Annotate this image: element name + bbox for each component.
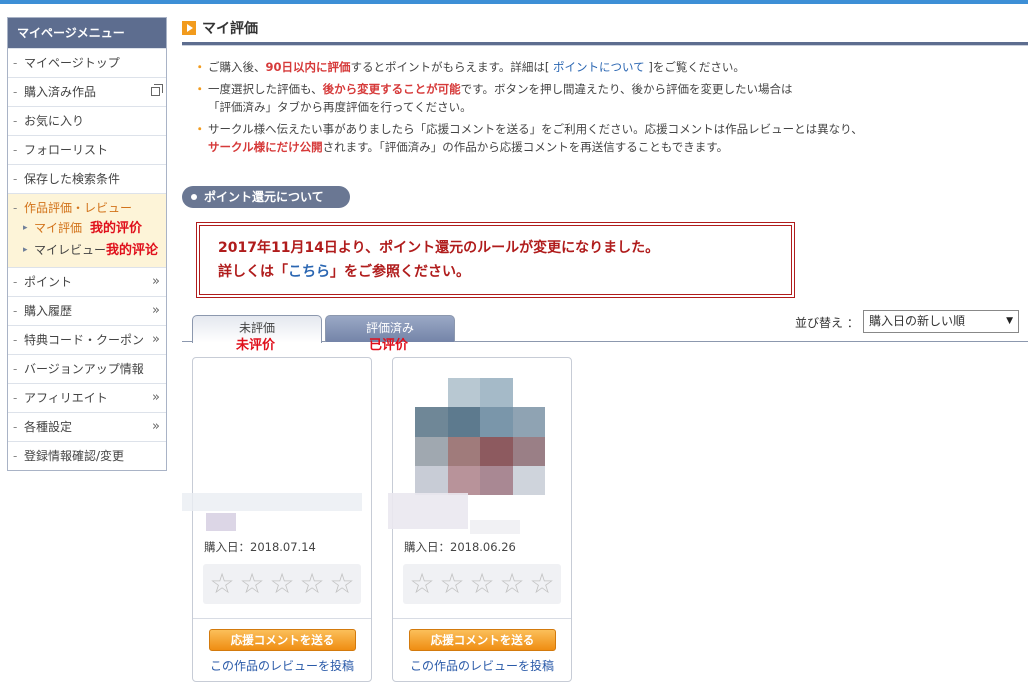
card-divider — [393, 618, 571, 619]
sidebar-item-label: 登録情報確認/変更 — [24, 449, 125, 463]
sidebar-group-reviews: 作品評価・レビュー マイ評価我的评价 マイレビュー我的评论 — [8, 193, 166, 267]
sidebar-item-purchase-history[interactable]: 購入履歴 » — [8, 296, 166, 325]
send-support-comment-button[interactable]: 応援コメントを送る — [409, 629, 556, 651]
sidebar-item-follow-list[interactable]: フォローリスト — [8, 135, 166, 164]
sort-selected-value: 購入日の新しい順 — [869, 314, 966, 328]
purchase-date: 購入日：2018.07.14 — [204, 540, 316, 554]
note-item: 一度選択した評価も、後から変更することが可能です。ボタンを押し間違えたり、後から… — [194, 80, 1016, 116]
sidebar-subitem-label: マイレビュー — [34, 243, 107, 257]
chevron-right-icon: » — [152, 419, 160, 434]
notice-text: 」をご参照ください。 — [330, 264, 470, 280]
title-divider-thin — [182, 45, 1028, 46]
top-strip — [0, 0, 1028, 4]
star-icon[interactable]: ☆ — [499, 570, 524, 598]
sidebar-item-account[interactable]: 登録情報確認/変更 — [8, 441, 166, 470]
sidebar-item-label: 保存した検索条件 — [24, 172, 121, 186]
blurred-product-title — [388, 493, 468, 529]
sidebar-header: マイページメニュー — [8, 18, 166, 48]
note-item: サークル様へ伝えたい事がありましたら「応援コメントを送る」をご利用ください。応援… — [194, 120, 1016, 156]
sidebar-item-label: アフィリエイト — [24, 391, 108, 405]
annotation-label: 我的评论 — [106, 243, 159, 258]
sidebar-item-label: 各種設定 — [24, 420, 73, 434]
sidebar-item-label: 購入履歴 — [24, 304, 73, 318]
note-text: されます。「評価済み」の作品から応援コメントを再送信することもできます。 — [322, 140, 729, 154]
sort-label: 並び替え ： — [795, 316, 859, 330]
dropdown-arrow-icon: ▼ — [1006, 316, 1013, 326]
note-highlight: 90日以内に評価 — [265, 60, 351, 74]
chevron-right-icon: » — [152, 390, 160, 405]
sidebar-item-label: お気に入り — [24, 114, 85, 128]
chevron-right-icon: » — [152, 303, 160, 318]
page-title-text: マイ評価 — [202, 21, 258, 37]
note-text: ]をご覧ください。 — [644, 60, 745, 74]
star-icon[interactable]: ☆ — [469, 570, 494, 598]
card-divider — [193, 618, 371, 619]
star-icon[interactable]: ☆ — [299, 570, 324, 598]
notice-link[interactable]: こちら — [288, 264, 330, 280]
note-text: 「評価済み」タブから再度評価を行ってください。 — [208, 100, 472, 114]
note-item: ご購入後、90日以内に評価するとポイントがもらえます。詳細は[ ポイントについて… — [194, 58, 1016, 76]
notice-text: 詳しくは「 — [218, 264, 288, 280]
note-text: 一度選択した評価も、 — [208, 82, 323, 96]
note-text: です。ボタンを押し間違えたり、後から評価を変更したい場合は — [460, 82, 793, 96]
note-text: するとポイントがもらえます。詳細は[ — [350, 60, 554, 74]
star-rating[interactable]: ☆ ☆ ☆ ☆ ☆ — [403, 564, 561, 604]
sidebar-item-label: ポイント — [24, 275, 73, 289]
annotation-label: 未评价 — [236, 338, 276, 353]
post-review-link[interactable]: この作品のレビューを投稿 — [393, 657, 571, 674]
sidebar-subitem-my-review[interactable]: マイレビュー我的评论 — [8, 239, 166, 261]
star-rating[interactable]: ☆ ☆ ☆ ☆ ☆ — [203, 564, 361, 604]
sidebar-item-settings[interactable]: 各種設定 » — [8, 412, 166, 441]
purchase-date: 購入日：2018.06.26 — [404, 540, 516, 554]
sidebar-subitem-label: マイ評価 — [34, 221, 83, 235]
sidebar: マイページメニュー マイページトップ 購入済み作品 お気に入り フォローリスト … — [7, 17, 167, 471]
note-highlight: サークル様にだけ公開 — [208, 140, 323, 154]
sidebar-item-label: 特典コード・クーポン — [24, 333, 145, 347]
blurred-product-title — [182, 493, 362, 511]
sidebar-item-label: フォローリスト — [24, 143, 109, 157]
star-icon[interactable]: ☆ — [329, 570, 354, 598]
notice-box: 2017年11月14日より、ポイント還元のルールが変更になりました。 詳しくは「… — [196, 222, 795, 298]
sidebar-item-purchased[interactable]: 購入済み作品 — [8, 77, 166, 106]
points-info-link[interactable]: ポイントについて — [553, 60, 645, 74]
star-icon[interactable]: ☆ — [439, 570, 464, 598]
chevron-right-icon: » — [152, 332, 160, 347]
sidebar-group-title[interactable]: 作品評価・レビュー — [8, 200, 166, 217]
star-icon[interactable]: ☆ — [209, 570, 234, 598]
notice-line: 2017年11月14日より、ポイント還元のルールが変更になりました。 — [218, 240, 660, 256]
sidebar-item-label: マイページトップ — [24, 56, 120, 70]
sidebar-item-saved-search[interactable]: 保存した検索条件 — [8, 164, 166, 193]
sidebar-item-label: バージョンアップ情報 — [24, 362, 144, 376]
play-arrow-icon — [182, 21, 196, 35]
chevron-right-icon: » — [152, 274, 160, 289]
sidebar-item-coupons[interactable]: 特典コード・クーポン » — [8, 325, 166, 354]
sidebar-item-points[interactable]: ポイント » — [8, 267, 166, 296]
notice-line: 詳しくは「こちら」をご参照ください。 — [218, 260, 773, 284]
sidebar-item-label: 購入済み作品 — [24, 85, 97, 99]
sidebar-subitem-my-rating[interactable]: マイ評価我的评价 — [8, 217, 166, 239]
post-review-link[interactable]: この作品のレビューを投稿 — [193, 657, 371, 674]
info-notes: ご購入後、90日以内に評価するとポイントがもらえます。詳細は[ ポイントについて… — [194, 58, 1016, 160]
product-thumbnail[interactable] — [415, 378, 545, 495]
sidebar-item-affiliate[interactable]: アフィリエイト » — [8, 383, 166, 412]
blurred-product-title — [206, 513, 236, 531]
star-icon[interactable]: ☆ — [269, 570, 294, 598]
sidebar-item-version-info[interactable]: バージョンアップ情報 — [8, 354, 166, 383]
sidebar-item-favorites[interactable]: お気に入り — [8, 106, 166, 135]
star-icon[interactable]: ☆ — [529, 570, 554, 598]
sort-select[interactable]: 購入日の新しい順 ▼ — [863, 310, 1019, 333]
note-text: サークル様へ伝えたい事がありましたら「応援コメントを送る」をご利用ください。応援… — [208, 122, 863, 136]
notice-inner: 2017年11月14日より、ポイント還元のルールが変更になりました。 詳しくは「… — [199, 225, 792, 295]
note-highlight: 後から変更することが可能 — [322, 82, 461, 96]
blurred-product-title — [470, 520, 520, 534]
star-icon[interactable]: ☆ — [409, 570, 434, 598]
send-support-comment-button[interactable]: 応援コメントを送る — [209, 629, 356, 651]
note-text: ご購入後、 — [208, 60, 266, 74]
sidebar-item-mypage-top[interactable]: マイページトップ — [8, 48, 166, 77]
section-heading-points-return: ポイント還元について — [182, 186, 350, 208]
star-icon[interactable]: ☆ — [239, 570, 264, 598]
annotation-label: 我的评价 — [90, 221, 143, 236]
annotation-label: 已评价 — [369, 338, 409, 353]
external-window-icon — [151, 84, 163, 96]
